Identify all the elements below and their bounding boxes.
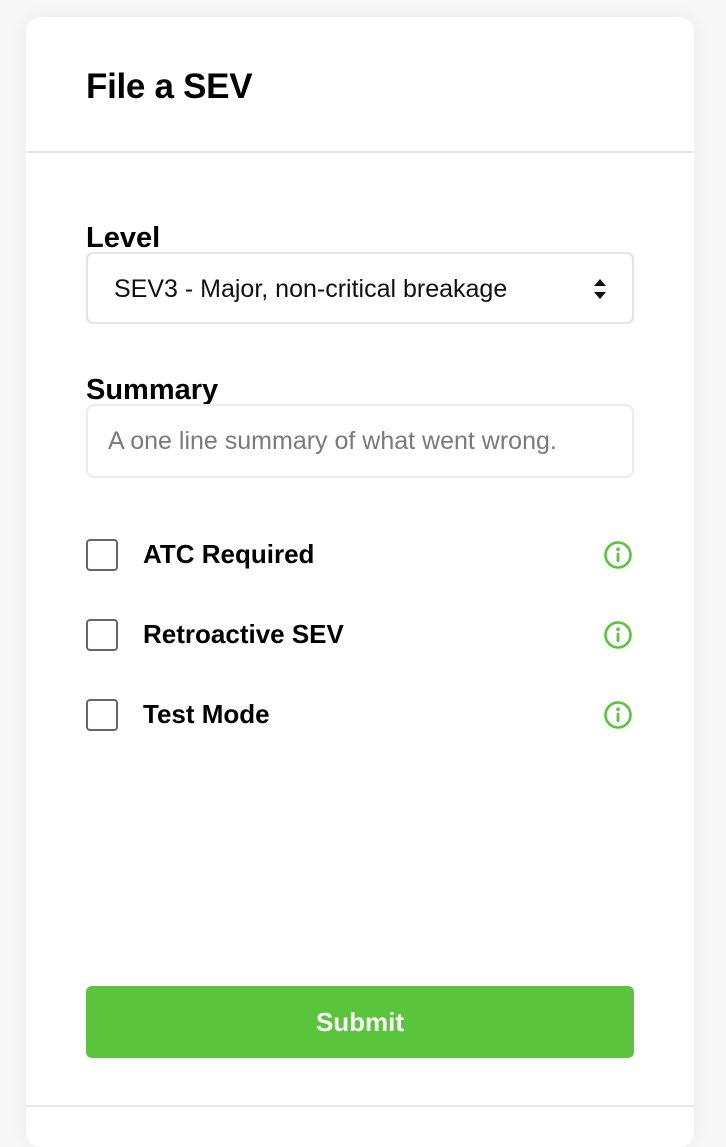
level-select[interactable]: SEV3 - Major, non-critical breakage xyxy=(86,252,634,324)
test-mode-checkbox[interactable] xyxy=(86,699,118,731)
summary-label: Summary xyxy=(86,374,219,406)
submit-button[interactable]: Submit xyxy=(86,986,634,1058)
footer-divider xyxy=(26,1105,694,1107)
page-title: File a SEV xyxy=(86,67,253,106)
summary-input[interactable] xyxy=(86,404,634,478)
option-row-atc-required: ATC Required xyxy=(86,535,634,575)
info-circle-icon[interactable] xyxy=(602,619,634,651)
level-select-value: SEV3 - Major, non-critical breakage xyxy=(114,275,508,303)
test-mode-label[interactable]: Test Mode xyxy=(143,698,270,730)
level-label: Level xyxy=(86,222,161,254)
card-header: File a SEV xyxy=(26,17,694,153)
option-row-test-mode: Test Mode xyxy=(86,695,634,735)
retroactive-sev-checkbox[interactable] xyxy=(86,619,118,651)
info-circle-icon[interactable] xyxy=(602,699,634,731)
select-arrows-icon xyxy=(594,279,606,299)
option-row-retroactive-sev: Retroactive SEV xyxy=(86,615,634,655)
atc-required-label[interactable]: ATC Required xyxy=(143,538,314,570)
sev-form-card: File a SEV Level SEV3 - Major, non-criti… xyxy=(26,17,694,1147)
retroactive-sev-label[interactable]: Retroactive SEV xyxy=(143,618,344,650)
atc-required-checkbox[interactable] xyxy=(86,539,118,571)
info-circle-icon[interactable] xyxy=(602,539,634,571)
